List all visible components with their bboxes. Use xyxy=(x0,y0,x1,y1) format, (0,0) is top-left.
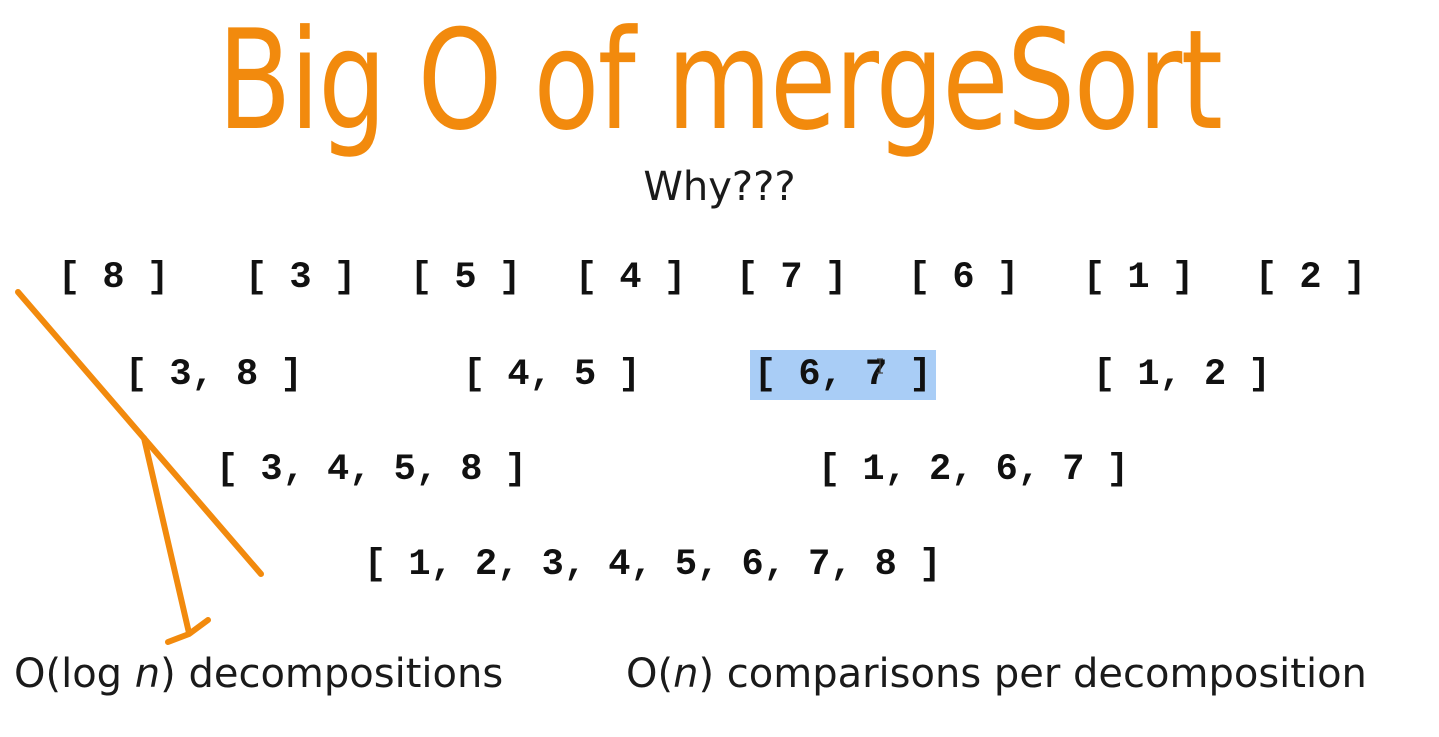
array-level0-item0: [ 8 ] xyxy=(58,257,170,299)
array-level1-item3: [ 1, 2 ] xyxy=(1093,354,1271,396)
slide-title: Big O of mergeSort xyxy=(217,0,1223,161)
bottom-right-label: O(n) comparisons per decomposition xyxy=(626,651,1367,697)
array-level0-item2: [ 5 ] xyxy=(410,257,522,299)
slide: Big O of mergeSort Why??? [ 8 ] [ 3 ] [ … xyxy=(0,0,1439,737)
array-level0-item4: [ 7 ] xyxy=(736,257,848,299)
array-level0-item3: [ 4 ] xyxy=(575,257,687,299)
array-level2-item0: [ 3, 4, 5, 8 ] xyxy=(216,449,527,491)
array-level0-item5: [ 6 ] xyxy=(908,257,1020,299)
array-level0-item6: [ 1 ] xyxy=(1083,257,1195,299)
array-level3-item0: [ 1, 2, 3, 4, 5, 6, 7, 8 ] xyxy=(364,544,942,586)
text-cursor-icon xyxy=(877,358,883,374)
array-level1-item2-highlighted[interactable]: [ 6, 7 ] xyxy=(750,350,936,400)
array-level1-item0: [ 3, 8 ] xyxy=(125,354,303,396)
array-level1-item1: [ 4, 5 ] xyxy=(463,354,641,396)
array-level2-item1: [ 1, 2, 6, 7 ] xyxy=(818,449,1129,491)
array-level0-item1: [ 3 ] xyxy=(245,257,357,299)
bottom-left-label: O(log n) decompositions xyxy=(14,651,504,697)
array-level0-item7: [ 2 ] xyxy=(1255,257,1367,299)
slide-subtitle: Why??? xyxy=(643,164,796,210)
